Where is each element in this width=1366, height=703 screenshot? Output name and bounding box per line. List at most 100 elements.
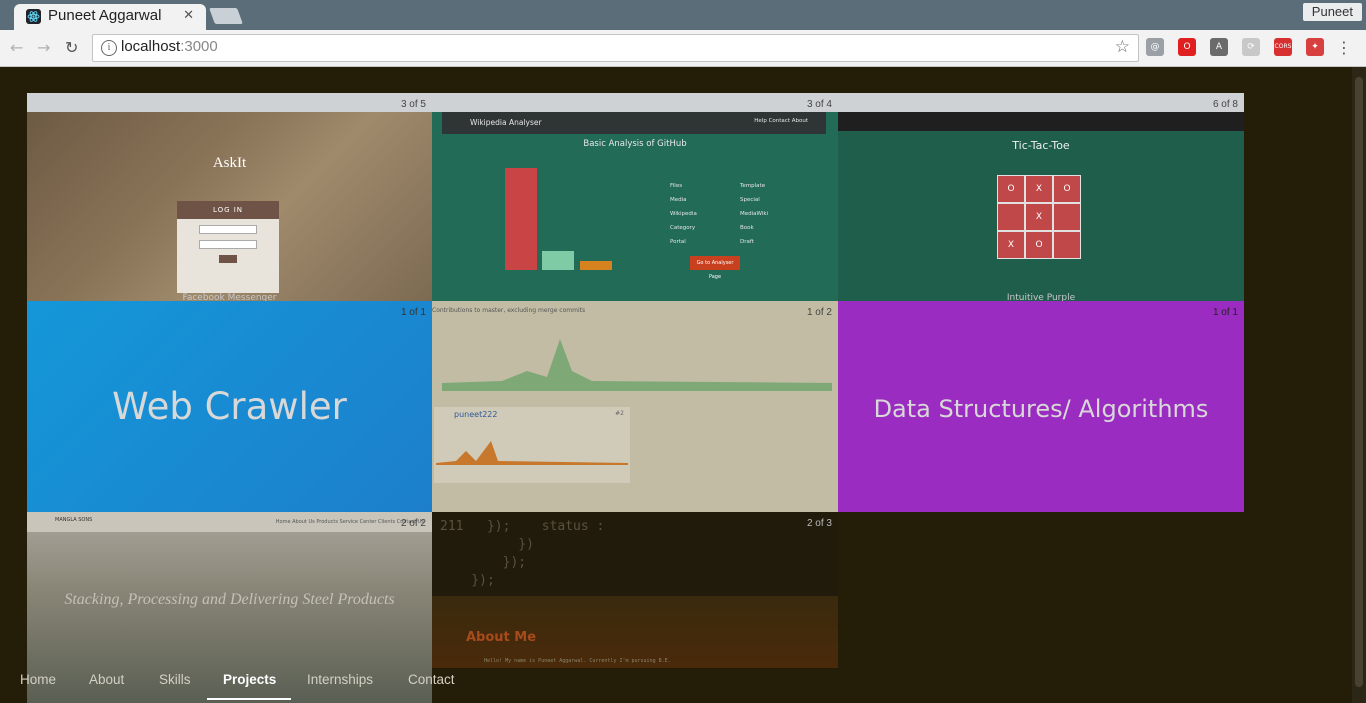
project-title: AskIt bbox=[212, 155, 247, 171]
reload-icon[interactable]: ↻ bbox=[65, 38, 78, 57]
contributor-rank: #2 bbox=[615, 410, 624, 417]
namespace-item: Special bbox=[740, 197, 760, 203]
nav-contact[interactable]: Contact bbox=[408, 672, 455, 687]
password-field bbox=[199, 240, 257, 249]
login-box: LOG IN bbox=[177, 201, 279, 293]
namespace-list-right: Template Special MediaWiki Book Draft bbox=[740, 179, 768, 249]
nav-internships[interactable]: Internships bbox=[307, 672, 373, 687]
project-title: Web Crawler bbox=[112, 385, 347, 428]
close-tab-icon[interactable]: ✕ bbox=[183, 8, 194, 23]
info-icon[interactable]: i bbox=[101, 40, 117, 56]
bookmark-star-icon[interactable]: ☆ bbox=[1115, 37, 1130, 57]
project-card-tic-tac-toe[interactable]: 6 of 8 Tic-Tac-Toe OXOXXO Intuitive Purp… bbox=[838, 93, 1244, 301]
browser-tab[interactable]: Puneet Aggarwal ✕ bbox=[14, 4, 206, 30]
contributor-name: puneet222 bbox=[454, 410, 498, 419]
board-cell bbox=[1053, 231, 1081, 259]
slide-counter: 1 of 2 bbox=[806, 307, 832, 318]
tab-strip: Puneet Aggarwal ✕ Puneet bbox=[0, 0, 1366, 30]
slide-counter: 2 of 3 bbox=[806, 518, 832, 529]
namespace-item: Template bbox=[740, 183, 766, 189]
screenshot-browser-strip bbox=[27, 93, 432, 112]
nav-about[interactable]: About bbox=[89, 672, 124, 687]
project-title: Tic-Tac-Toe bbox=[1012, 139, 1070, 152]
project-card-data-structures[interactable]: 1 of 1 Data Structures/ Algorithms bbox=[838, 301, 1244, 512]
project-card-askit[interactable]: 3 of 5 AskIt LOG IN Facebook Messenger bbox=[27, 93, 432, 301]
project-card-github-contributors[interactable]: 1 of 2 Contributions to master, excludin… bbox=[432, 301, 838, 512]
namespace-item: Media bbox=[670, 197, 687, 203]
analyser-page-button: Go to Analyser Page bbox=[690, 256, 740, 280]
contributor-card: puneet222 #2 bbox=[434, 407, 630, 483]
username-field bbox=[199, 225, 257, 234]
screenshot-header bbox=[838, 112, 1244, 131]
namespace-item: MediaWiki bbox=[740, 211, 769, 217]
new-tab-button[interactable] bbox=[209, 8, 243, 24]
login-heading: LOG IN bbox=[177, 201, 279, 219]
forward-arrow-icon[interactable]: → bbox=[37, 38, 50, 57]
brand-logo: MANGLA SONS bbox=[55, 517, 93, 523]
board-cell bbox=[997, 203, 1025, 231]
code-snippet: 211 }); status : }) }); }); bbox=[440, 519, 605, 588]
screenshot-browser-strip bbox=[838, 93, 1244, 112]
active-nav-indicator bbox=[207, 698, 291, 700]
tab-title: Puneet Aggarwal bbox=[48, 7, 162, 24]
profile-button[interactable]: Puneet bbox=[1302, 3, 1362, 21]
screenshot-navbar: MANGLA SONS Home About Us Products Servi… bbox=[27, 512, 432, 532]
project-title: Wikipedia Analyser bbox=[470, 118, 542, 127]
cors-icon[interactable]: CORS bbox=[1274, 38, 1292, 56]
namespace-item: Draft bbox=[740, 239, 754, 245]
chart-subtitle: Contributions to master, excluding merge… bbox=[432, 307, 586, 314]
about-me-heading: About Me bbox=[466, 630, 537, 645]
board-cell: O bbox=[1053, 175, 1081, 203]
about-me-text: Hello! My name is Puneet Aggarwal. Curre… bbox=[484, 658, 671, 664]
next-caption: Intuitive Purple bbox=[1006, 293, 1076, 301]
menu-icon[interactable]: ⋮ bbox=[1336, 38, 1352, 57]
scroll-thumb[interactable] bbox=[1355, 77, 1363, 687]
url-text: localhost:3000 bbox=[121, 38, 218, 55]
namespace-item: Book bbox=[740, 225, 754, 231]
screenshot-browser-strip bbox=[432, 93, 838, 112]
board-cell: O bbox=[1025, 231, 1053, 259]
page-scrollbar[interactable] bbox=[1352, 67, 1366, 703]
screenshot-navbar: Wikipedia Analyser Help Contact About bbox=[442, 112, 826, 134]
login-button bbox=[219, 255, 237, 263]
board-cell: X bbox=[997, 231, 1025, 259]
project-card-portfolio[interactable]: 211 }); status : }) }); }); 2 of 3 About… bbox=[432, 512, 838, 669]
nav-projects[interactable]: Projects bbox=[223, 672, 276, 687]
contributions-chart bbox=[442, 339, 832, 391]
chart-bar bbox=[505, 168, 537, 270]
namespace-item: Portal bbox=[670, 239, 686, 245]
screenshot-nav-links: Help Contact About bbox=[754, 118, 808, 124]
slide-counter: 6 of 8 bbox=[1212, 99, 1238, 110]
slide-counter: 3 of 5 bbox=[400, 99, 426, 110]
game-board: OXOXXO bbox=[997, 175, 1081, 259]
nav-home[interactable]: Home bbox=[20, 672, 56, 687]
opera-icon[interactable]: O bbox=[1178, 38, 1196, 56]
project-card-wikipedia-analyser[interactable]: 3 of 4 Wikipedia Analyser Help Contact A… bbox=[432, 93, 838, 301]
angular-icon[interactable]: A bbox=[1210, 38, 1228, 56]
react-icon bbox=[26, 9, 41, 24]
chart-bar bbox=[580, 261, 612, 270]
namespace-item: Category bbox=[670, 225, 696, 231]
nav-skills[interactable]: Skills bbox=[159, 672, 191, 687]
next-caption: Facebook Messenger bbox=[182, 293, 277, 301]
slide-counter: 1 of 1 bbox=[1212, 307, 1238, 318]
slide-counter: 1 of 1 bbox=[400, 307, 426, 318]
namespace-list-left: Files Media Wikipedia Category Portal bbox=[670, 179, 697, 249]
project-title: Stacking, Processing and Delivering Stee… bbox=[64, 591, 395, 608]
at-extension-icon[interactable]: @ bbox=[1146, 38, 1164, 56]
chart-title: Basic Analysis of GitHub bbox=[583, 139, 687, 149]
slide-counter: 2 of 2 bbox=[400, 518, 426, 529]
project-card-web-crawler[interactable]: 1 of 1 Web Crawler bbox=[27, 301, 432, 512]
site-nav: Home About Skills Projects Internships C… bbox=[0, 668, 1352, 703]
extension-red-icon[interactable]: ✦ bbox=[1306, 38, 1324, 56]
leaf-icon[interactable]: ⟳ bbox=[1242, 38, 1260, 56]
board-cell: X bbox=[1025, 175, 1053, 203]
board-cell: O bbox=[997, 175, 1025, 203]
browser-toolbar: ← → ↻ i localhost:3000 ☆ @ O A ⟳ CORS ✦ ⋮ bbox=[0, 30, 1366, 67]
namespace-item: Files bbox=[670, 183, 683, 189]
address-bar[interactable]: i localhost:3000 ☆ bbox=[92, 34, 1139, 62]
contributor-chart bbox=[436, 441, 628, 465]
namespace-item: Wikipedia bbox=[670, 211, 697, 217]
board-cell: X bbox=[1025, 203, 1053, 231]
back-arrow-icon[interactable]: ← bbox=[10, 38, 23, 57]
